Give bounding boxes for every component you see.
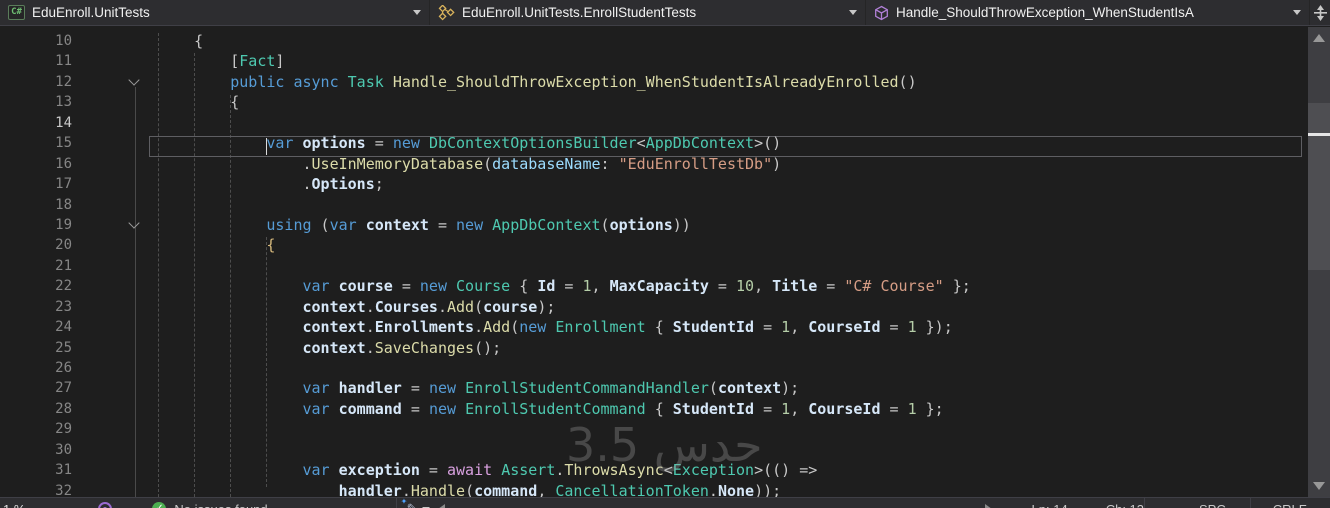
- code-line[interactable]: [158, 256, 971, 276]
- class-dropdown[interactable]: EduEnroll.UnitTests.EnrollStudentTests: [430, 0, 866, 25]
- code-line[interactable]: [158, 358, 971, 378]
- method-cube-icon: [875, 5, 888, 20]
- line-number[interactable]: 27: [0, 378, 76, 398]
- scrollbar-thumb[interactable]: [1308, 103, 1330, 270]
- code-line[interactable]: context.SaveChanges();: [158, 338, 971, 358]
- line-number[interactable]: 24: [0, 317, 76, 337]
- cursor-line-indicator: Ln: 14: [1032, 498, 1068, 508]
- line-number[interactable]: 14: [0, 113, 76, 133]
- code-line[interactable]: {: [158, 235, 971, 255]
- chevron-down-icon: [413, 10, 421, 15]
- line-number[interactable]: 28: [0, 399, 76, 419]
- code-line[interactable]: {: [158, 92, 971, 112]
- class-dropdown-label: EduEnroll.UnitTests.EnrollStudentTests: [462, 5, 697, 20]
- line-number[interactable]: 15: [0, 133, 76, 153]
- fold-structure-line: [135, 87, 136, 497]
- csharp-project-icon: C#: [8, 5, 25, 20]
- code-line[interactable]: [158, 440, 971, 460]
- line-number[interactable]: 12: [0, 72, 76, 92]
- code-content[interactable]: { [Fact] public async Task Handle_Should…: [158, 31, 971, 501]
- project-dropdown-label: EduEnroll.UnitTests: [32, 5, 150, 20]
- code-line[interactable]: var options = new DbContextOptionsBuilde…: [158, 133, 971, 153]
- code-line[interactable]: context.Courses.Add(course);: [158, 297, 971, 317]
- code-editor[interactable]: 10 11 12 13 14 15 16 17 18 19 20 21 22 23 24 25 26 27 28 29…: [0, 27, 1308, 508]
- fold-collapse-icon[interactable]: [128, 74, 140, 86]
- line-number[interactable]: 22: [0, 276, 76, 296]
- line-number-gutter[interactable]: 10 11 12 13 14 15 16 17 18 19 20 21 22 23 24 25 26 27 28 29…: [0, 31, 76, 501]
- line-number[interactable]: 19: [0, 215, 76, 235]
- line-number[interactable]: 21: [0, 256, 76, 276]
- line-number[interactable]: 13: [0, 92, 76, 112]
- scrollbar-cursor-marker: [1308, 133, 1330, 136]
- code-line[interactable]: var course = new Course { Id = 1, MaxCap…: [158, 276, 971, 296]
- code-line[interactable]: .UseInMemoryDatabase(databaseName: "EduE…: [158, 154, 971, 174]
- chevron-down-icon: [849, 10, 857, 15]
- line-number[interactable]: 30: [0, 440, 76, 460]
- code-line[interactable]: using (var context = new AppDbContext(op…: [158, 215, 971, 235]
- code-line[interactable]: var command = new EnrollStudentCommand {…: [158, 399, 971, 419]
- code-line[interactable]: public async Task Handle_ShouldThrowExce…: [158, 72, 971, 92]
- split-editor-button[interactable]: [1310, 0, 1330, 25]
- health-check-icon[interactable]: ✓: [152, 502, 167, 508]
- vs-editor-window: C# EduEnroll.UnitTests EduEnroll.UnitTes…: [0, 0, 1330, 508]
- line-number[interactable]: 20: [0, 235, 76, 255]
- editor-status-strip: 1 % — ✓ No issues found ✦✎ Ln: 14 Ch: 13…: [0, 497, 1330, 508]
- method-dropdown[interactable]: Handle_ShouldThrowException_WhenStudentI…: [866, 0, 1310, 25]
- code-line[interactable]: .Options;: [158, 174, 971, 194]
- line-number[interactable]: 18: [0, 195, 76, 215]
- fold-collapse-icon[interactable]: [128, 217, 140, 229]
- zoom-level[interactable]: 1 %: [3, 498, 25, 508]
- divider: [1144, 498, 1146, 508]
- hscroll-right-icon[interactable]: [984, 504, 992, 508]
- health-status-text[interactable]: No issues found: [174, 498, 267, 508]
- scrollbar-down-icon[interactable]: [1313, 482, 1325, 490]
- line-number[interactable]: 29: [0, 419, 76, 439]
- method-dropdown-label: Handle_ShouldThrowException_WhenStudentI…: [896, 5, 1194, 20]
- chevron-down-icon: [1293, 10, 1301, 15]
- line-number[interactable]: 11: [0, 51, 76, 71]
- split-editor-icon: [1313, 4, 1327, 21]
- cursor-char-indicator: Ch: 13: [1106, 498, 1144, 508]
- code-line[interactable]: [158, 195, 971, 215]
- navigation-bar: C# EduEnroll.UnitTests EduEnroll.UnitTes…: [0, 0, 1330, 26]
- line-number[interactable]: 26: [0, 358, 76, 378]
- hscroll-left-icon[interactable]: [437, 504, 445, 508]
- line-number[interactable]: 10: [0, 31, 76, 51]
- code-line[interactable]: context.Enrollments.Add(new Enrollment {…: [158, 317, 971, 337]
- class-icon: [438, 4, 455, 20]
- sparkle-pen-icon[interactable]: ✦✎: [401, 497, 418, 508]
- indentation-mode[interactable]: SPC: [1175, 498, 1250, 508]
- divider: [395, 498, 397, 508]
- code-line[interactable]: var handler = new EnrollStudentCommandHa…: [158, 378, 971, 398]
- scrollbar-up-icon[interactable]: [1313, 34, 1325, 42]
- code-line[interactable]: [Fact]: [158, 51, 971, 71]
- vertical-scrollbar[interactable]: [1308, 27, 1330, 497]
- copilot-badge-icon[interactable]: [98, 502, 113, 508]
- project-dropdown[interactable]: C# EduEnroll.UnitTests: [0, 0, 430, 25]
- code-line[interactable]: {: [158, 31, 971, 51]
- line-number[interactable]: 23: [0, 297, 76, 317]
- line-ending-mode[interactable]: CRLF: [1251, 498, 1317, 508]
- code-line[interactable]: var exception = await Assert.ThrowsAsync…: [158, 460, 971, 480]
- code-line[interactable]: [158, 113, 971, 133]
- splitter-handle[interactable]: —: [67, 498, 80, 508]
- line-number[interactable]: 25: [0, 338, 76, 358]
- line-number[interactable]: 16: [0, 154, 76, 174]
- line-number[interactable]: 31: [0, 460, 76, 480]
- code-line[interactable]: [158, 419, 971, 439]
- line-number[interactable]: 17: [0, 174, 76, 194]
